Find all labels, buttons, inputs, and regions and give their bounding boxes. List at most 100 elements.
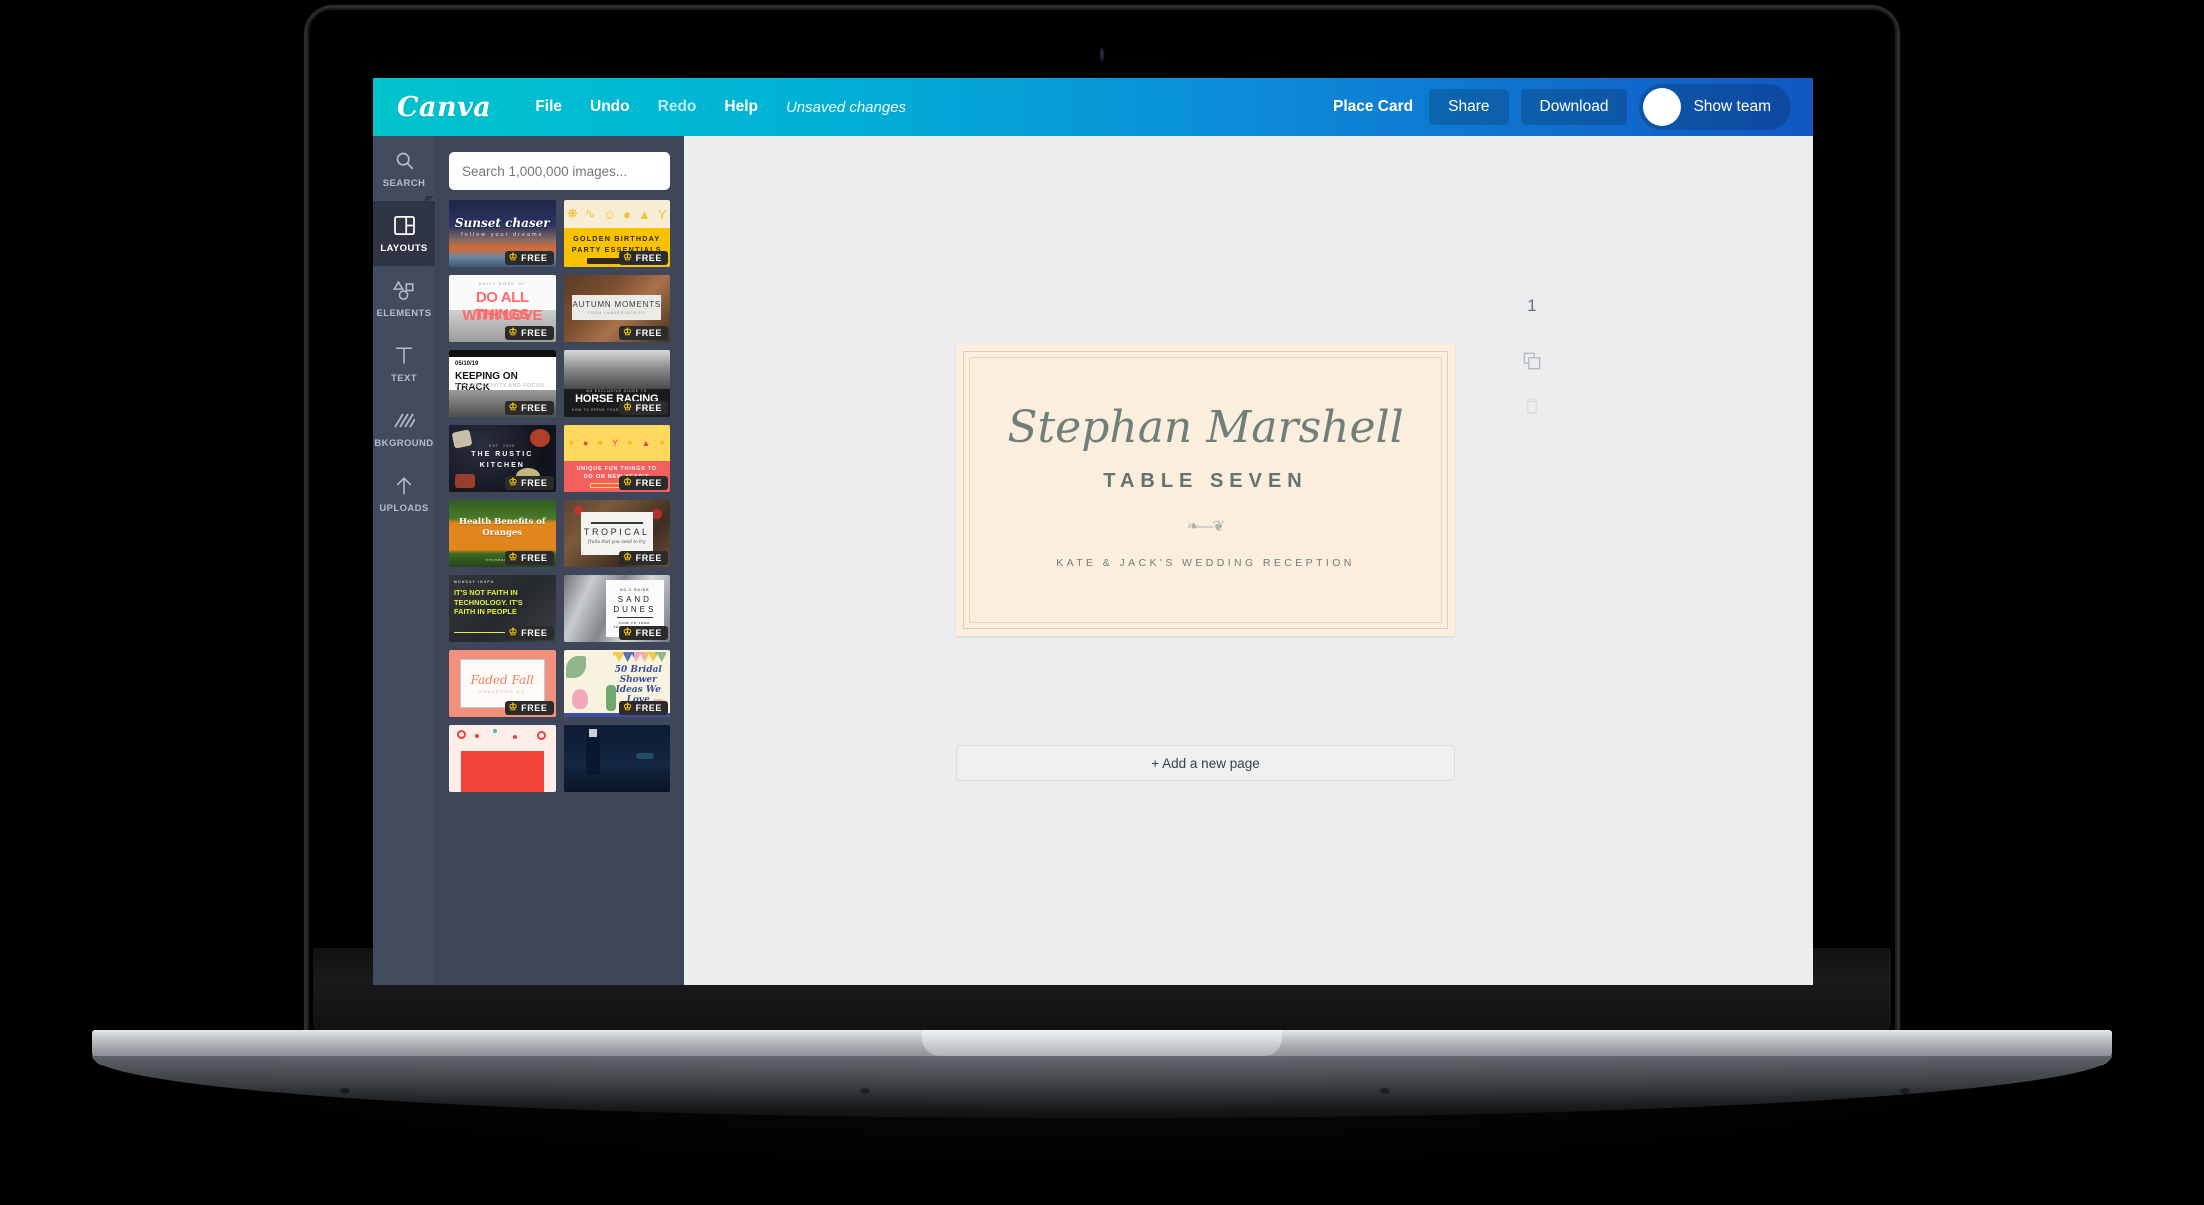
laptop-foot — [860, 1088, 870, 1094]
layouts-panel: Sunset chaser follow your dreams ♔FREE ❋… — [435, 136, 684, 985]
menu-item-redo[interactable]: Redo — [644, 92, 711, 122]
thumb-title: IT'S NOT FAITH IN TECHNOLOGY. IT'S FAITH… — [454, 588, 523, 617]
duplicate-page-icon[interactable] — [1523, 352, 1541, 375]
firework-icon: ✶ — [625, 437, 634, 448]
page-number: 1 — [1527, 296, 1537, 315]
crown-icon: ♔ — [508, 402, 519, 413]
sidebar-item-text[interactable]: TEXT — [373, 331, 435, 396]
template-thumbnail[interactable]: Sunset chaser follow your dreams ♔ FREE — [449, 200, 556, 267]
template-thumbnail[interactable]: EST. 2008 THE RUSTIC KITCHEN ♔ FREE — [449, 425, 556, 492]
firework-icon: ✶ — [596, 437, 604, 448]
firework-icon: ✶ — [658, 437, 666, 448]
share-button[interactable]: Share — [1429, 89, 1509, 125]
menu-item-undo[interactable]: Undo — [576, 92, 644, 122]
crown-icon: ♔ — [623, 402, 633, 413]
sidebar-item-uploads-label: UPLOADS — [379, 502, 429, 514]
sidebar-item-layouts[interactable]: LAYOUTS — [373, 191, 435, 276]
thumb-title: THE RUSTIC KITCHEN — [471, 451, 534, 469]
sidebar-item-background[interactable]: BKGROUND — [373, 396, 435, 461]
free-badge: ♔ FREE — [619, 401, 668, 415]
crown-icon: ♔ — [623, 252, 633, 263]
template-thumbnail[interactable]: 05/10/19 KEEPING ON TRACK // PRODUCTIVIT… — [449, 350, 556, 417]
thumb-title: Sunset chaser — [454, 216, 550, 230]
thumb-title: Faded Fall — [470, 673, 534, 687]
show-team-label: Show team — [1693, 98, 1771, 115]
canvas-area: Stephan Marshell TABLE SEVEN ❧―❦ KATE & … — [684, 136, 1813, 985]
event-subtitle-text[interactable]: KATE & JACK'S WEDDING RECEPTION — [1056, 557, 1355, 569]
free-badge: ♔ FREE — [619, 476, 668, 490]
template-thumbnail[interactable]: TROPICAL fruits that you need to try ♔ FR… — [563, 500, 670, 567]
sidebar-item-elements[interactable]: ELEMENTS — [373, 266, 435, 331]
table-number-text[interactable]: TABLE SEVEN — [1103, 470, 1308, 493]
add-new-page-button[interactable]: + Add a new page — [956, 745, 1455, 781]
avatar — [1643, 88, 1682, 126]
layouts-icon — [393, 214, 415, 238]
free-badge: ♔ FREE — [619, 326, 668, 340]
top-toolbar-actions: Place Card Share Download Show team — [1333, 84, 1791, 130]
candle-icon: ☺ — [602, 206, 617, 222]
crown-icon: ♔ — [508, 552, 519, 563]
template-thumbnail[interactable]: AN EXCLUSIVE GUIDE TO HORSE RACING HOW T… — [563, 350, 670, 417]
free-badge: ♔ FREE — [504, 326, 554, 340]
thumb-title: Health Benefits of Oranges — [458, 517, 546, 538]
template-grid: Sunset chaser follow your dreams ♔ FREE ❋… — [435, 200, 684, 985]
menu-item-file[interactable]: File — [521, 92, 576, 122]
crown-icon: ♔ — [623, 627, 633, 638]
laptop-foot — [340, 1088, 350, 1094]
template-thumbnail[interactable]: Faded Fall GRACETIPS.CO ♔ FREE — [449, 650, 556, 717]
thumb-subtitle: EST. 2008 — [489, 443, 516, 448]
thumb-title: SAND DUNES — [613, 594, 657, 614]
party-icon: ❋ — [567, 206, 578, 222]
laptop-mockup: Canva File Undo Redo Help Unsaved change… — [0, 0, 2204, 1205]
template-thumbnail[interactable]: DAILY DOSE OF DO ALL THINGS WITH LOVE ♔ F… — [449, 275, 556, 342]
free-badge: ♔ FREE — [504, 701, 554, 715]
menu-item-help[interactable]: Help — [710, 92, 772, 122]
text-icon — [394, 344, 414, 368]
thumb-subtitle: GRACETIPS.CO — [479, 690, 526, 694]
search-input[interactable] — [449, 152, 670, 190]
champagne-icon: Y — [611, 438, 618, 448]
crown-icon: ♔ — [508, 627, 519, 638]
screen: Canva File Undo Redo Help Unsaved change… — [373, 78, 1813, 985]
template-thumbnail[interactable]: 50 Bridal Shower Ideas We Love ♔ FREE — [563, 650, 670, 717]
template-thumbnail[interactable]: Health Benefits of Oranges freshmart.com… — [449, 500, 556, 567]
free-badge: ♔ FREE — [504, 401, 554, 415]
card-content: Stephan Marshell TABLE SEVEN ❧―❦ KATE & … — [956, 344, 1455, 636]
page-tools: 1 — [1510, 296, 1554, 442]
template-thumbnail[interactable]: AUTUMN MOMENTS FROM LUMBERJACKIES ♔ FREE — [563, 275, 670, 342]
crown-icon: ♔ — [623, 327, 633, 338]
free-badge: ♔ FREE — [619, 551, 668, 565]
laptop-foot — [1380, 1088, 1390, 1094]
template-thumbnail[interactable]: ✶ ● ✶ Y ✶ ▲ ✶ UNIQUE FUN THINGS TO DO ON… — [563, 425, 670, 492]
template-thumbnail[interactable]: ❋ ∿ ☺ ● ▲ Y GOLDEN BIRTHDAY PARTY ESSENT… — [563, 200, 670, 267]
template-thumbnail[interactable] — [449, 725, 556, 792]
sidebar-item-search-label: SEARCH — [382, 177, 426, 189]
webcam-icon — [1099, 48, 1105, 62]
thumb-subtitle: follow your dreams — [461, 232, 544, 238]
canva-logo[interactable]: Canva — [397, 92, 491, 123]
download-button[interactable]: Download — [1520, 89, 1628, 125]
free-badge: ♔ FREE — [504, 551, 554, 565]
free-badge: ♔ FREE — [619, 626, 668, 640]
balloon-icon: ● — [623, 206, 631, 222]
show-team-button[interactable]: Show team — [1639, 84, 1791, 130]
template-thumbnail[interactable]: NO.3 GUIDE SAND DUNES HOW TO TREKTHE DES… — [563, 575, 670, 642]
free-badge: ♔ FREE — [504, 626, 554, 640]
template-thumbnail[interactable]: MONDAY INSPO IT'S NOT FAITH IN TECHNOLOG… — [449, 575, 556, 642]
guest-name-text[interactable]: Stephan Marshell — [1007, 405, 1403, 450]
main-menu: File Undo Redo Help Unsaved changes — [521, 92, 906, 122]
sidebar-item-layouts-label: LAYOUTS — [380, 242, 428, 254]
sidebar-item-uploads[interactable]: UPLOADS — [373, 461, 435, 526]
search-wrapper — [435, 136, 684, 200]
top-toolbar: Canva File Undo Redo Help Unsaved change… — [373, 78, 1813, 136]
template-thumbnail[interactable] — [563, 725, 670, 792]
thumb-eyebrow: DAILY DOSE OF — [478, 281, 526, 286]
thumb-title: TROPICAL — [583, 526, 650, 537]
delete-page-icon[interactable] — [1524, 397, 1540, 420]
firework-icon: ✶ — [567, 437, 576, 448]
free-badge: ♔ FREE — [504, 251, 554, 265]
free-badge: ♔ FREE — [619, 701, 668, 715]
sidebar-item-text-label: TEXT — [391, 372, 417, 384]
crown-icon: ♔ — [508, 702, 519, 713]
design-canvas[interactable]: Stephan Marshell TABLE SEVEN ❧―❦ KATE & … — [956, 344, 1455, 636]
